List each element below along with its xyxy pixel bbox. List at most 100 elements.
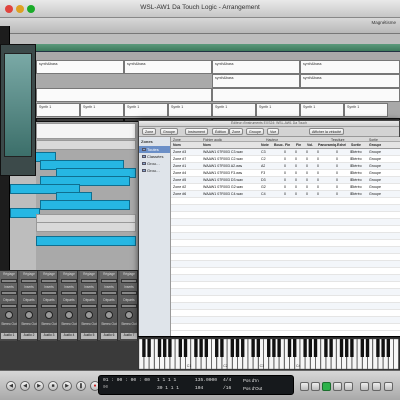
sidebar-item[interactable]: Grou… <box>139 167 170 174</box>
piano-keyboard[interactable]: C1 C2 C3 C4 <box>138 336 400 370</box>
channel-setting-label[interactable]: Réglage <box>61 272 77 276</box>
mixer-channel-strip[interactable]: Réglage Inserts Départs Stereo Out Audio 2 <box>20 271 38 341</box>
keyboard-keys[interactable]: C1 C2 C3 C4 <box>138 337 400 371</box>
region-block[interactable] <box>36 88 212 102</box>
fast-forward-icon[interactable]: ▶ <box>34 381 44 391</box>
black-key[interactable] <box>241 339 245 357</box>
mixer-channel-strip[interactable]: Réglage Inserts Départs Stereo Out Audio 1 <box>0 271 18 341</box>
mixer-channel-strip[interactable]: Réglage Inserts Départs Stereo Out Audio 4 <box>60 271 78 341</box>
pan-knob[interactable] <box>105 311 113 319</box>
channel-name[interactable]: Audio 6 <box>101 333 117 339</box>
channel-setting-label[interactable]: Réglage <box>21 272 37 276</box>
table-row[interactable]: Zone #1 WAAW1 07R003 A2.wav A2 0 0 0 0 0 0 Stéréo… <box>171 163 400 170</box>
region[interactable]: Synth 1 <box>344 103 388 117</box>
black-key[interactable] <box>194 339 198 357</box>
output-label[interactable]: Stereo Out <box>1 322 17 326</box>
send-slot[interactable] <box>101 304 117 308</box>
insert-slot[interactable] <box>81 291 97 295</box>
black-key[interactable] <box>251 339 255 357</box>
mixer-channel-strip[interactable]: Réglage Inserts Départs Stereo Out Audio 3 <box>40 271 58 341</box>
black-key[interactable] <box>329 339 333 357</box>
pause-icon[interactable]: ❚ <box>76 381 86 391</box>
sidebar-item[interactable]: Classées <box>139 153 170 160</box>
column-header[interactable]: Nom <box>173 143 181 147</box>
black-key[interactable] <box>365 339 370 357</box>
mixer-channel-strip[interactable]: Réglage Inserts Départs Stereo Out Audio 6 <box>100 271 118 341</box>
black-key[interactable] <box>147 339 151 357</box>
table-row[interactable]: Zone #4 WAAW1 07R003 F3.wav F3 0 0 0 0 0 0 Stéréo… <box>171 170 400 177</box>
region[interactable]: Synth 1 <box>300 103 344 117</box>
black-key[interactable] <box>220 339 224 357</box>
black-key[interactable] <box>360 339 365 357</box>
insert-slot[interactable] <box>21 291 37 295</box>
black-key[interactable] <box>350 339 354 357</box>
black-key[interactable] <box>168 339 172 357</box>
output-label[interactable]: Stereo Out <box>81 322 97 326</box>
show-velocity-button[interactable]: Afficher la vélocité <box>309 128 345 135</box>
output-label[interactable]: Stereo Out <box>61 322 77 326</box>
view-menu[interactable]: Vue <box>267 128 280 135</box>
eq-slot[interactable] <box>1 279 17 283</box>
region[interactable]: synth&bass <box>212 60 300 74</box>
black-key[interactable] <box>381 339 385 357</box>
channel-name[interactable]: Audio 1 <box>1 333 17 339</box>
column-header[interactable]: Fin <box>285 143 290 147</box>
region-block[interactable] <box>212 88 400 102</box>
region[interactable]: Synth 1 <box>124 103 168 117</box>
instrument-menu[interactable]: Instrument <box>185 128 208 135</box>
play-icon[interactable]: ▶ <box>62 381 72 391</box>
black-key[interactable] <box>287 339 292 357</box>
column-header[interactable]: Panoramiq. <box>318 143 337 147</box>
insert-slot[interactable] <box>41 291 57 295</box>
black-key[interactable] <box>345 339 349 357</box>
stop-icon[interactable]: ■ <box>48 381 58 391</box>
channel-name[interactable]: Audio 7 <box>121 333 137 339</box>
channel-setting-label[interactable]: Réglage <box>41 272 57 276</box>
zones-view-button[interactable]: Zone <box>142 128 157 135</box>
channel-name[interactable]: Audio 3 <box>41 333 57 339</box>
rewind-icon[interactable]: ◀ <box>20 381 30 391</box>
black-key[interactable] <box>235 339 240 357</box>
output-label[interactable]: Stereo Out <box>21 322 37 326</box>
region[interactable]: synth&bass <box>36 60 124 74</box>
insert-slot[interactable] <box>101 291 117 295</box>
white-key[interactable] <box>393 338 399 370</box>
column-header[interactable]: Fin <box>296 143 301 147</box>
region[interactable]: Synth 1 <box>80 103 124 117</box>
black-key[interactable] <box>272 339 276 357</box>
pan-knob[interactable] <box>45 311 53 319</box>
eq-slot[interactable] <box>101 279 117 283</box>
audio-region[interactable] <box>36 236 136 246</box>
black-key[interactable] <box>178 339 183 357</box>
black-key[interactable] <box>324 339 328 357</box>
send-slot[interactable] <box>21 304 37 308</box>
eq-slot[interactable] <box>21 279 37 283</box>
editor-view-icon[interactable] <box>372 382 381 391</box>
mixer-view-icon[interactable] <box>360 382 369 391</box>
black-key[interactable] <box>199 339 203 357</box>
black-key[interactable] <box>303 339 307 357</box>
table-row[interactable]: Zone #7 WAAW1 07R003 C2.wav C2 0 0 0 0 0 0 Stéréo… <box>171 156 400 163</box>
midi-region[interactable] <box>36 123 136 139</box>
groups-view-button[interactable]: Groupe <box>160 128 178 135</box>
pan-knob[interactable] <box>85 311 93 319</box>
send-slot[interactable] <box>41 304 57 308</box>
metronome-icon[interactable] <box>344 382 353 391</box>
pan-knob[interactable] <box>5 311 13 319</box>
black-key[interactable] <box>157 339 162 357</box>
insert-slot[interactable] <box>61 291 77 295</box>
channel-setting-label[interactable]: Réglage <box>101 272 117 276</box>
black-key[interactable] <box>339 339 344 357</box>
table-row[interactable]: Zone #6 WAAW1 07R003 C4.wav C4 0 0 0 0 0 0 Stéréo… <box>171 191 400 198</box>
sidebar-item[interactable]: Grou… <box>139 160 170 167</box>
output-label[interactable]: Stereo Out <box>41 322 57 326</box>
column-header[interactable]: Sortie <box>351 143 361 147</box>
black-key[interactable] <box>386 339 391 357</box>
region[interactable]: Synth 1 <box>256 103 300 117</box>
black-key[interactable] <box>256 339 261 357</box>
column-header[interactable]: Groupe <box>369 143 381 147</box>
audio-region[interactable] <box>40 200 130 210</box>
channel-name[interactable]: Audio 2 <box>21 333 37 339</box>
pan-knob[interactable] <box>25 311 33 319</box>
eq-slot[interactable] <box>81 279 97 283</box>
